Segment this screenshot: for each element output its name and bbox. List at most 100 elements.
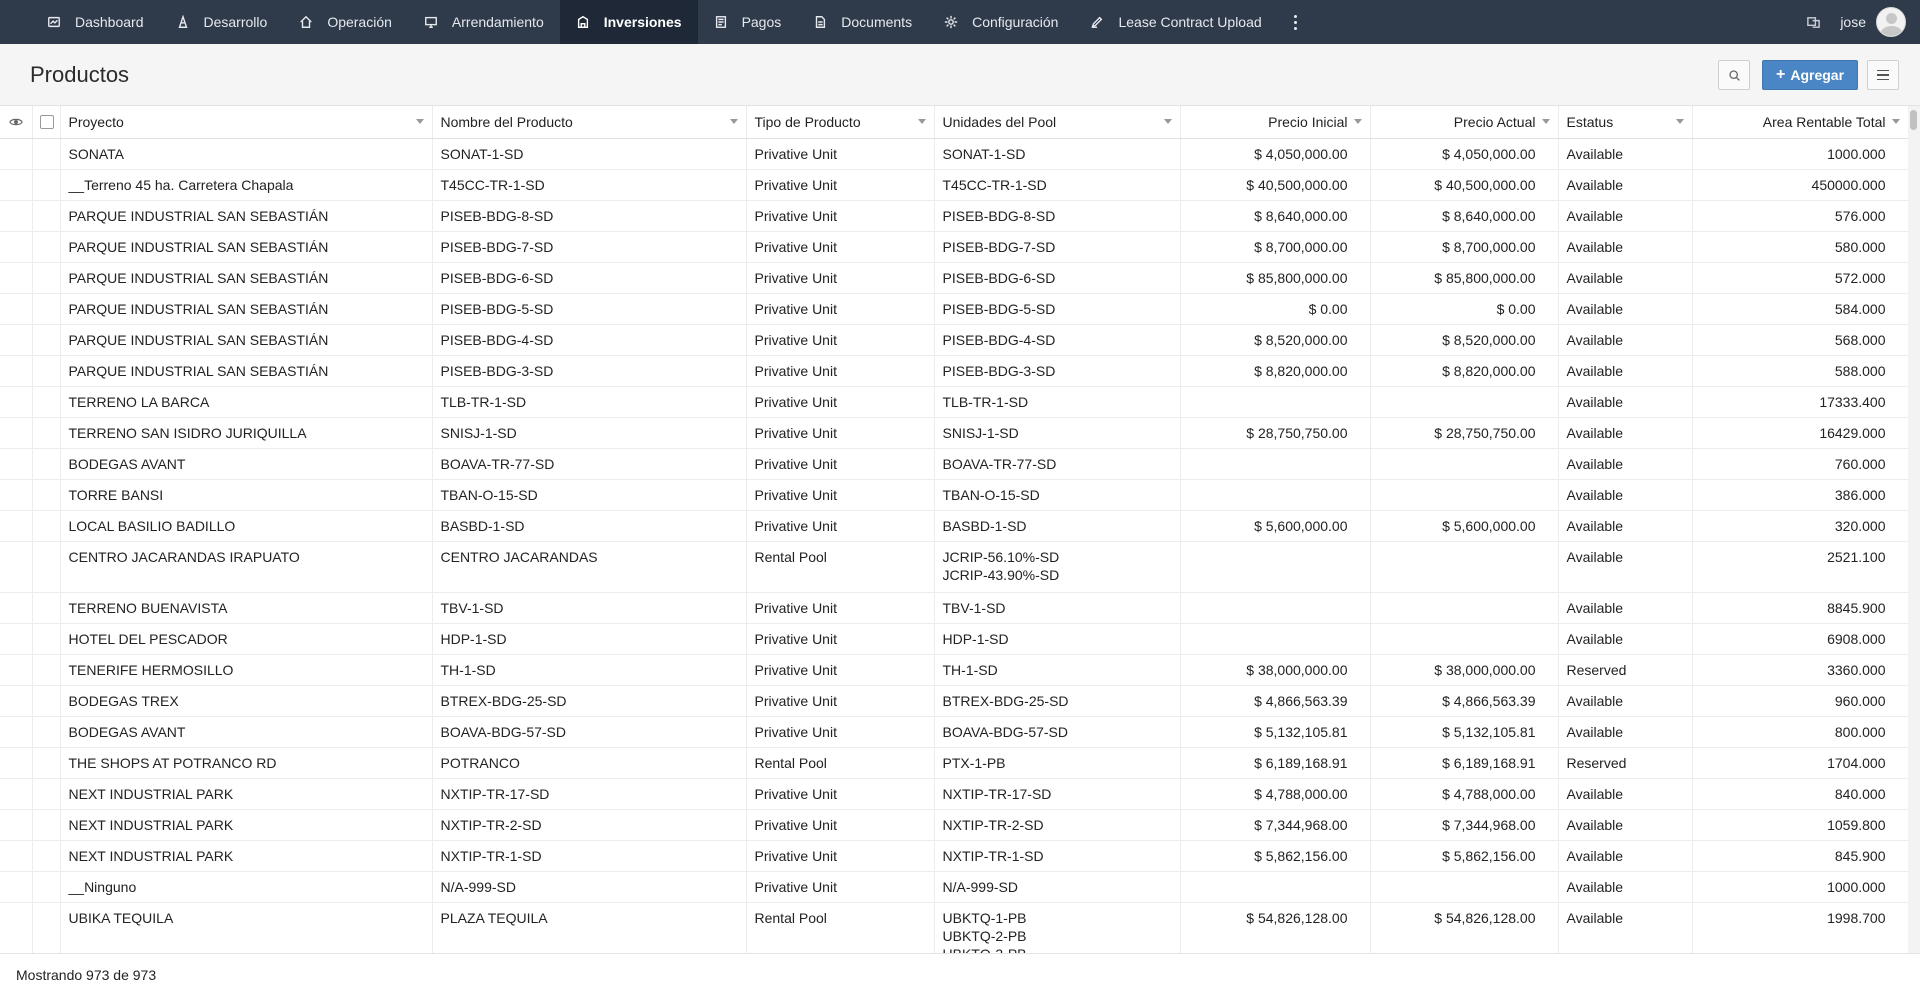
cell-nombre[interactable]: SONAT-1-SD — [432, 138, 747, 170]
cell-tipo[interactable]: Privative Unit — [746, 448, 935, 480]
cell-estatus[interactable]: Available — [1558, 840, 1693, 872]
cell-precio-actual[interactable] — [1370, 386, 1559, 418]
cell-area[interactable]: 2521.100 — [1692, 541, 1908, 593]
cell-unidades[interactable]: PISEB-BDG-7-SD — [934, 231, 1181, 263]
column-header-nombre[interactable]: Nombre del Producto — [432, 106, 747, 139]
row-select-cell[interactable] — [32, 138, 61, 170]
cell-precio-inicial[interactable]: $ 0.00 — [1180, 293, 1371, 325]
cell-tipo[interactable]: Rental Pool — [746, 747, 935, 779]
chevron-down-icon[interactable] — [1891, 119, 1900, 124]
nav-item-dashboard[interactable]: Dashboard — [31, 0, 160, 44]
row-view-cell[interactable] — [0, 510, 33, 542]
cell-precio-actual[interactable]: $ 5,862,156.00 — [1370, 840, 1559, 872]
cell-nombre[interactable]: NXTIP-TR-17-SD — [432, 778, 747, 810]
cell-tipo[interactable]: Privative Unit — [746, 200, 935, 232]
avatar[interactable] — [1876, 7, 1906, 37]
chevron-down-icon[interactable] — [729, 119, 738, 124]
table-row[interactable]: NEXT INDUSTRIAL PARK NXTIP-TR-2-SD Privati… — [0, 809, 1908, 841]
cell-area[interactable]: 588.000 — [1692, 355, 1908, 387]
table-row[interactable]: __Ninguno N/A-999-SD Privative Unit N/A-999… — [0, 871, 1908, 903]
cell-area[interactable]: 16429.000 — [1692, 417, 1908, 449]
cell-unidades[interactable]: PISEB-BDG-4-SD — [934, 324, 1181, 356]
nav-item-desarrollo[interactable]: Desarrollo — [160, 0, 284, 44]
cell-nombre[interactable]: PISEB-BDG-7-SD — [432, 231, 747, 263]
cell-unidades[interactable]: TBV-1-SD — [934, 592, 1181, 624]
cell-precio-inicial[interactable]: $ 8,640,000.00 — [1180, 200, 1371, 232]
cell-estatus[interactable]: Available — [1558, 138, 1693, 170]
cell-proyecto[interactable]: SONATA — [60, 138, 433, 170]
row-view-cell[interactable] — [0, 902, 33, 953]
row-view-cell[interactable] — [0, 169, 33, 201]
cell-area[interactable]: 450000.000 — [1692, 169, 1908, 201]
cell-proyecto[interactable]: PARQUE INDUSTRIAL SAN SEBASTIÁN — [60, 355, 433, 387]
cell-tipo[interactable]: Privative Unit — [746, 809, 935, 841]
cell-nombre[interactable]: PISEB-BDG-6-SD — [432, 262, 747, 294]
chevron-down-icon[interactable] — [415, 119, 424, 124]
row-view-cell[interactable] — [0, 479, 33, 511]
row-select-cell[interactable] — [32, 623, 61, 655]
cell-proyecto[interactable]: PARQUE INDUSTRIAL SAN SEBASTIÁN — [60, 200, 433, 232]
row-select-cell[interactable] — [32, 386, 61, 418]
cell-proyecto[interactable]: PARQUE INDUSTRIAL SAN SEBASTIÁN — [60, 231, 433, 263]
cell-estatus[interactable]: Available — [1558, 716, 1693, 748]
cell-precio-inicial[interactable]: $ 6,189,168.91 — [1180, 747, 1371, 779]
nav-item-lease-contract-upload[interactable]: Lease Contract Upload — [1074, 0, 1277, 44]
table-row[interactable]: NEXT INDUSTRIAL PARK NXTIP-TR-17-SD Privat… — [0, 778, 1908, 810]
row-select-cell[interactable] — [32, 778, 61, 810]
cell-estatus[interactable]: Available — [1558, 417, 1693, 449]
table-row[interactable]: CENTRO JACARANDAS IRAPUATO CENTRO JACARAN… — [0, 541, 1908, 593]
cell-estatus[interactable]: Available — [1558, 809, 1693, 841]
cell-precio-actual[interactable]: $ 8,820,000.00 — [1370, 355, 1559, 387]
column-header-area[interactable]: Area Rentable Total — [1692, 106, 1908, 139]
table-row[interactable]: BODEGAS TREX BTREX-BDG-25-SD Privative Uni… — [0, 685, 1908, 717]
table-row[interactable]: TENERIFE HERMOSILLO TH-1-SD Privative Unit… — [0, 654, 1908, 686]
cell-tipo[interactable]: Privative Unit — [746, 262, 935, 294]
cell-nombre[interactable]: BTREX-BDG-25-SD — [432, 685, 747, 717]
cell-precio-actual[interactable]: $ 54,826,128.00 — [1370, 902, 1559, 953]
cell-nombre[interactable]: POTRANCO — [432, 747, 747, 779]
more-menu-button[interactable] — [1284, 0, 1308, 44]
cell-unidades[interactable]: BTREX-BDG-25-SD — [934, 685, 1181, 717]
cell-precio-inicial[interactable]: $ 28,750,750.00 — [1180, 417, 1371, 449]
cell-nombre[interactable]: TBAN-O-15-SD — [432, 479, 747, 511]
cell-precio-actual[interactable]: $ 4,866,563.39 — [1370, 685, 1559, 717]
cell-tipo[interactable]: Privative Unit — [746, 871, 935, 903]
cell-estatus[interactable]: Available — [1558, 541, 1693, 593]
row-view-cell[interactable] — [0, 840, 33, 872]
cell-tipo[interactable]: Privative Unit — [746, 592, 935, 624]
row-select-cell[interactable] — [32, 510, 61, 542]
row-view-cell[interactable] — [0, 623, 33, 655]
cell-area[interactable]: 572.000 — [1692, 262, 1908, 294]
cell-unidades[interactable]: UBKTQ-1-PBUBKTQ-2-PBUBKTQ-3-PB — [934, 902, 1181, 953]
cell-proyecto[interactable]: CENTRO JACARANDAS IRAPUATO — [60, 541, 433, 593]
cell-unidades[interactable]: NXTIP-TR-2-SD — [934, 809, 1181, 841]
cell-proyecto[interactable]: TERRENO LA BARCA — [60, 386, 433, 418]
cell-unidades[interactable]: NXTIP-TR-1-SD — [934, 840, 1181, 872]
cell-estatus[interactable]: Available — [1558, 448, 1693, 480]
cell-precio-inicial[interactable]: $ 5,862,156.00 — [1180, 840, 1371, 872]
row-select-cell[interactable] — [32, 871, 61, 903]
cell-precio-actual[interactable]: $ 85,800,000.00 — [1370, 262, 1559, 294]
cell-unidades[interactable]: PTX-1-PB — [934, 747, 1181, 779]
row-select-cell[interactable] — [32, 541, 61, 593]
cell-tipo[interactable]: Privative Unit — [746, 355, 935, 387]
cell-precio-inicial[interactable]: $ 5,132,105.81 — [1180, 716, 1371, 748]
cell-proyecto[interactable]: BODEGAS AVANT — [60, 448, 433, 480]
row-select-cell[interactable] — [32, 654, 61, 686]
cell-nombre[interactable]: HDP-1-SD — [432, 623, 747, 655]
cell-precio-inicial[interactable]: $ 4,788,000.00 — [1180, 778, 1371, 810]
row-select-cell[interactable] — [32, 747, 61, 779]
cell-unidades[interactable]: TLB-TR-1-SD — [934, 386, 1181, 418]
cell-precio-inicial[interactable]: $ 4,050,000.00 — [1180, 138, 1371, 170]
cell-proyecto[interactable]: NEXT INDUSTRIAL PARK — [60, 840, 433, 872]
cell-area[interactable]: 584.000 — [1692, 293, 1908, 325]
cell-nombre[interactable]: NXTIP-TR-1-SD — [432, 840, 747, 872]
cell-tipo[interactable]: Privative Unit — [746, 231, 935, 263]
cell-unidades[interactable]: PISEB-BDG-3-SD — [934, 355, 1181, 387]
cell-precio-inicial[interactable]: $ 8,820,000.00 — [1180, 355, 1371, 387]
cell-area[interactable]: 1059.800 — [1692, 809, 1908, 841]
cell-estatus[interactable]: Available — [1558, 293, 1693, 325]
row-view-cell[interactable] — [0, 592, 33, 624]
row-view-cell[interactable] — [0, 871, 33, 903]
cell-estatus[interactable]: Available — [1558, 324, 1693, 356]
